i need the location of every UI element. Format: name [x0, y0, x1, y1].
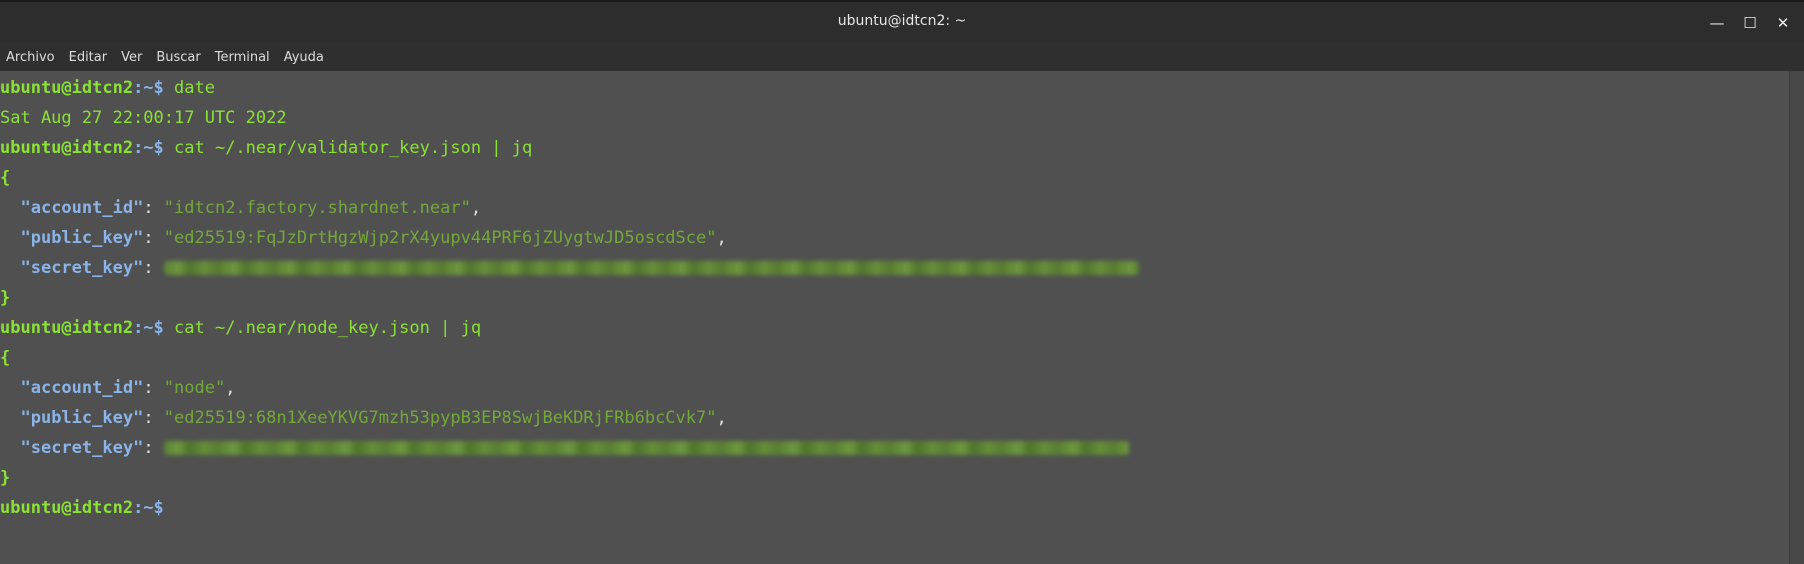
maximize-button[interactable]: ☐: [1737, 12, 1763, 34]
menu-archivo[interactable]: Archivo: [0, 50, 63, 65]
command-line: ubuntu@idtcn2:~$ cat ~/.near/validator_k…: [0, 133, 532, 163]
title-bar[interactable]: ubuntu@idtcn2: ~ — ☐ ✕: [0, 0, 1804, 43]
json-key: "public_key": [20, 408, 144, 428]
json-open-brace: {: [0, 163, 10, 193]
colon: :: [143, 228, 164, 248]
menu-bar: Archivo Editar Ver Buscar Terminal Ayuda: [0, 43, 1804, 71]
json-field-secret-key: "secret_key":: [0, 253, 1139, 283]
colon: :: [143, 198, 164, 218]
json-field-public-key: "public_key": "ed25519:FqJzDrtHgzWjp2rX4…: [0, 223, 727, 253]
brace-symbol: {: [0, 348, 11, 368]
prompt-path: :~$: [133, 498, 164, 518]
colon: :: [143, 378, 164, 398]
json-value: "ed25519:FqJzDrtHgzWjp2rX4yupv44PRF6jZUy…: [163, 228, 717, 248]
output-line: Sat Aug 27 22:00:17 UTC 2022: [0, 108, 287, 128]
redacted-secret-value: [163, 261, 1139, 275]
close-button[interactable]: ✕: [1770, 12, 1796, 34]
brace-symbol: {: [0, 168, 11, 188]
json-field-account-id: "account_id": "idtcn2.factory.shardnet.n…: [0, 193, 481, 223]
prompt-user: ubuntu@idtcn2: [0, 78, 134, 98]
comma: ,: [716, 228, 727, 248]
json-key: "secret_key": [20, 258, 144, 278]
json-close-brace: }: [0, 463, 10, 493]
colon: :: [143, 408, 164, 428]
comma: ,: [225, 378, 236, 398]
command-text: cat ~/.near/validator_key.json | jq: [163, 138, 533, 158]
command-text: cat ~/.near/node_key.json | jq: [163, 318, 482, 338]
command-line: ubuntu@idtcn2:~$ cat ~/.near/node_key.js…: [0, 313, 481, 343]
prompt-user: ubuntu@idtcn2: [0, 318, 134, 338]
redacted-secret-value: [163, 441, 1129, 455]
command-line: ubuntu@idtcn2:~$: [0, 493, 164, 523]
colon: :: [143, 438, 164, 458]
menu-ver[interactable]: Ver: [115, 50, 150, 65]
prompt-path: :~$: [133, 318, 164, 338]
prompt-user: ubuntu@idtcn2: [0, 138, 134, 158]
json-value: "node": [163, 378, 226, 398]
comma: ,: [716, 408, 727, 428]
menu-editar[interactable]: Editar: [63, 50, 116, 65]
json-key: "secret_key": [20, 438, 144, 458]
terminal-output[interactable]: ubuntu@idtcn2:~$ date Sat Aug 27 22:00:1…: [0, 71, 1790, 564]
json-value: "idtcn2.factory.shardnet.near": [163, 198, 471, 218]
colon: :: [143, 258, 164, 278]
vertical-scrollbar[interactable]: [1789, 71, 1804, 564]
prompt-path: :~$: [133, 78, 164, 98]
json-value: "ed25519:68n1XeeYKVG7mzh53pypB3EP8SwjBeK…: [163, 408, 717, 428]
json-key: "account_id": [20, 198, 144, 218]
json-key: "account_id": [20, 378, 144, 398]
command-line: ubuntu@idtcn2:~$ date: [0, 73, 215, 103]
comma: ,: [470, 198, 482, 218]
json-field-account-id: "account_id": "node",: [0, 373, 235, 403]
prompt-user: ubuntu@idtcn2: [0, 498, 134, 518]
json-close-brace: }: [0, 283, 10, 313]
terminal-window: ubuntu@idtcn2: ~ — ☐ ✕ Archivo Editar Ve…: [0, 0, 1804, 564]
brace-symbol: }: [0, 468, 11, 488]
command-text: date: [163, 78, 215, 98]
brace-symbol: }: [0, 288, 11, 308]
json-open-brace: {: [0, 343, 10, 373]
json-field-public-key: "public_key": "ed25519:68n1XeeYKVG7mzh53…: [0, 403, 727, 433]
window-title: ubuntu@idtcn2: ~: [837, 13, 967, 29]
json-key: "public_key": [20, 228, 144, 248]
menu-terminal[interactable]: Terminal: [209, 50, 278, 65]
menu-buscar[interactable]: Buscar: [150, 50, 208, 65]
json-field-secret-key: "secret_key":: [0, 433, 1129, 463]
prompt-path: :~$: [133, 138, 164, 158]
menu-ayuda[interactable]: Ayuda: [278, 50, 332, 65]
minimize-button[interactable]: —: [1704, 12, 1730, 34]
